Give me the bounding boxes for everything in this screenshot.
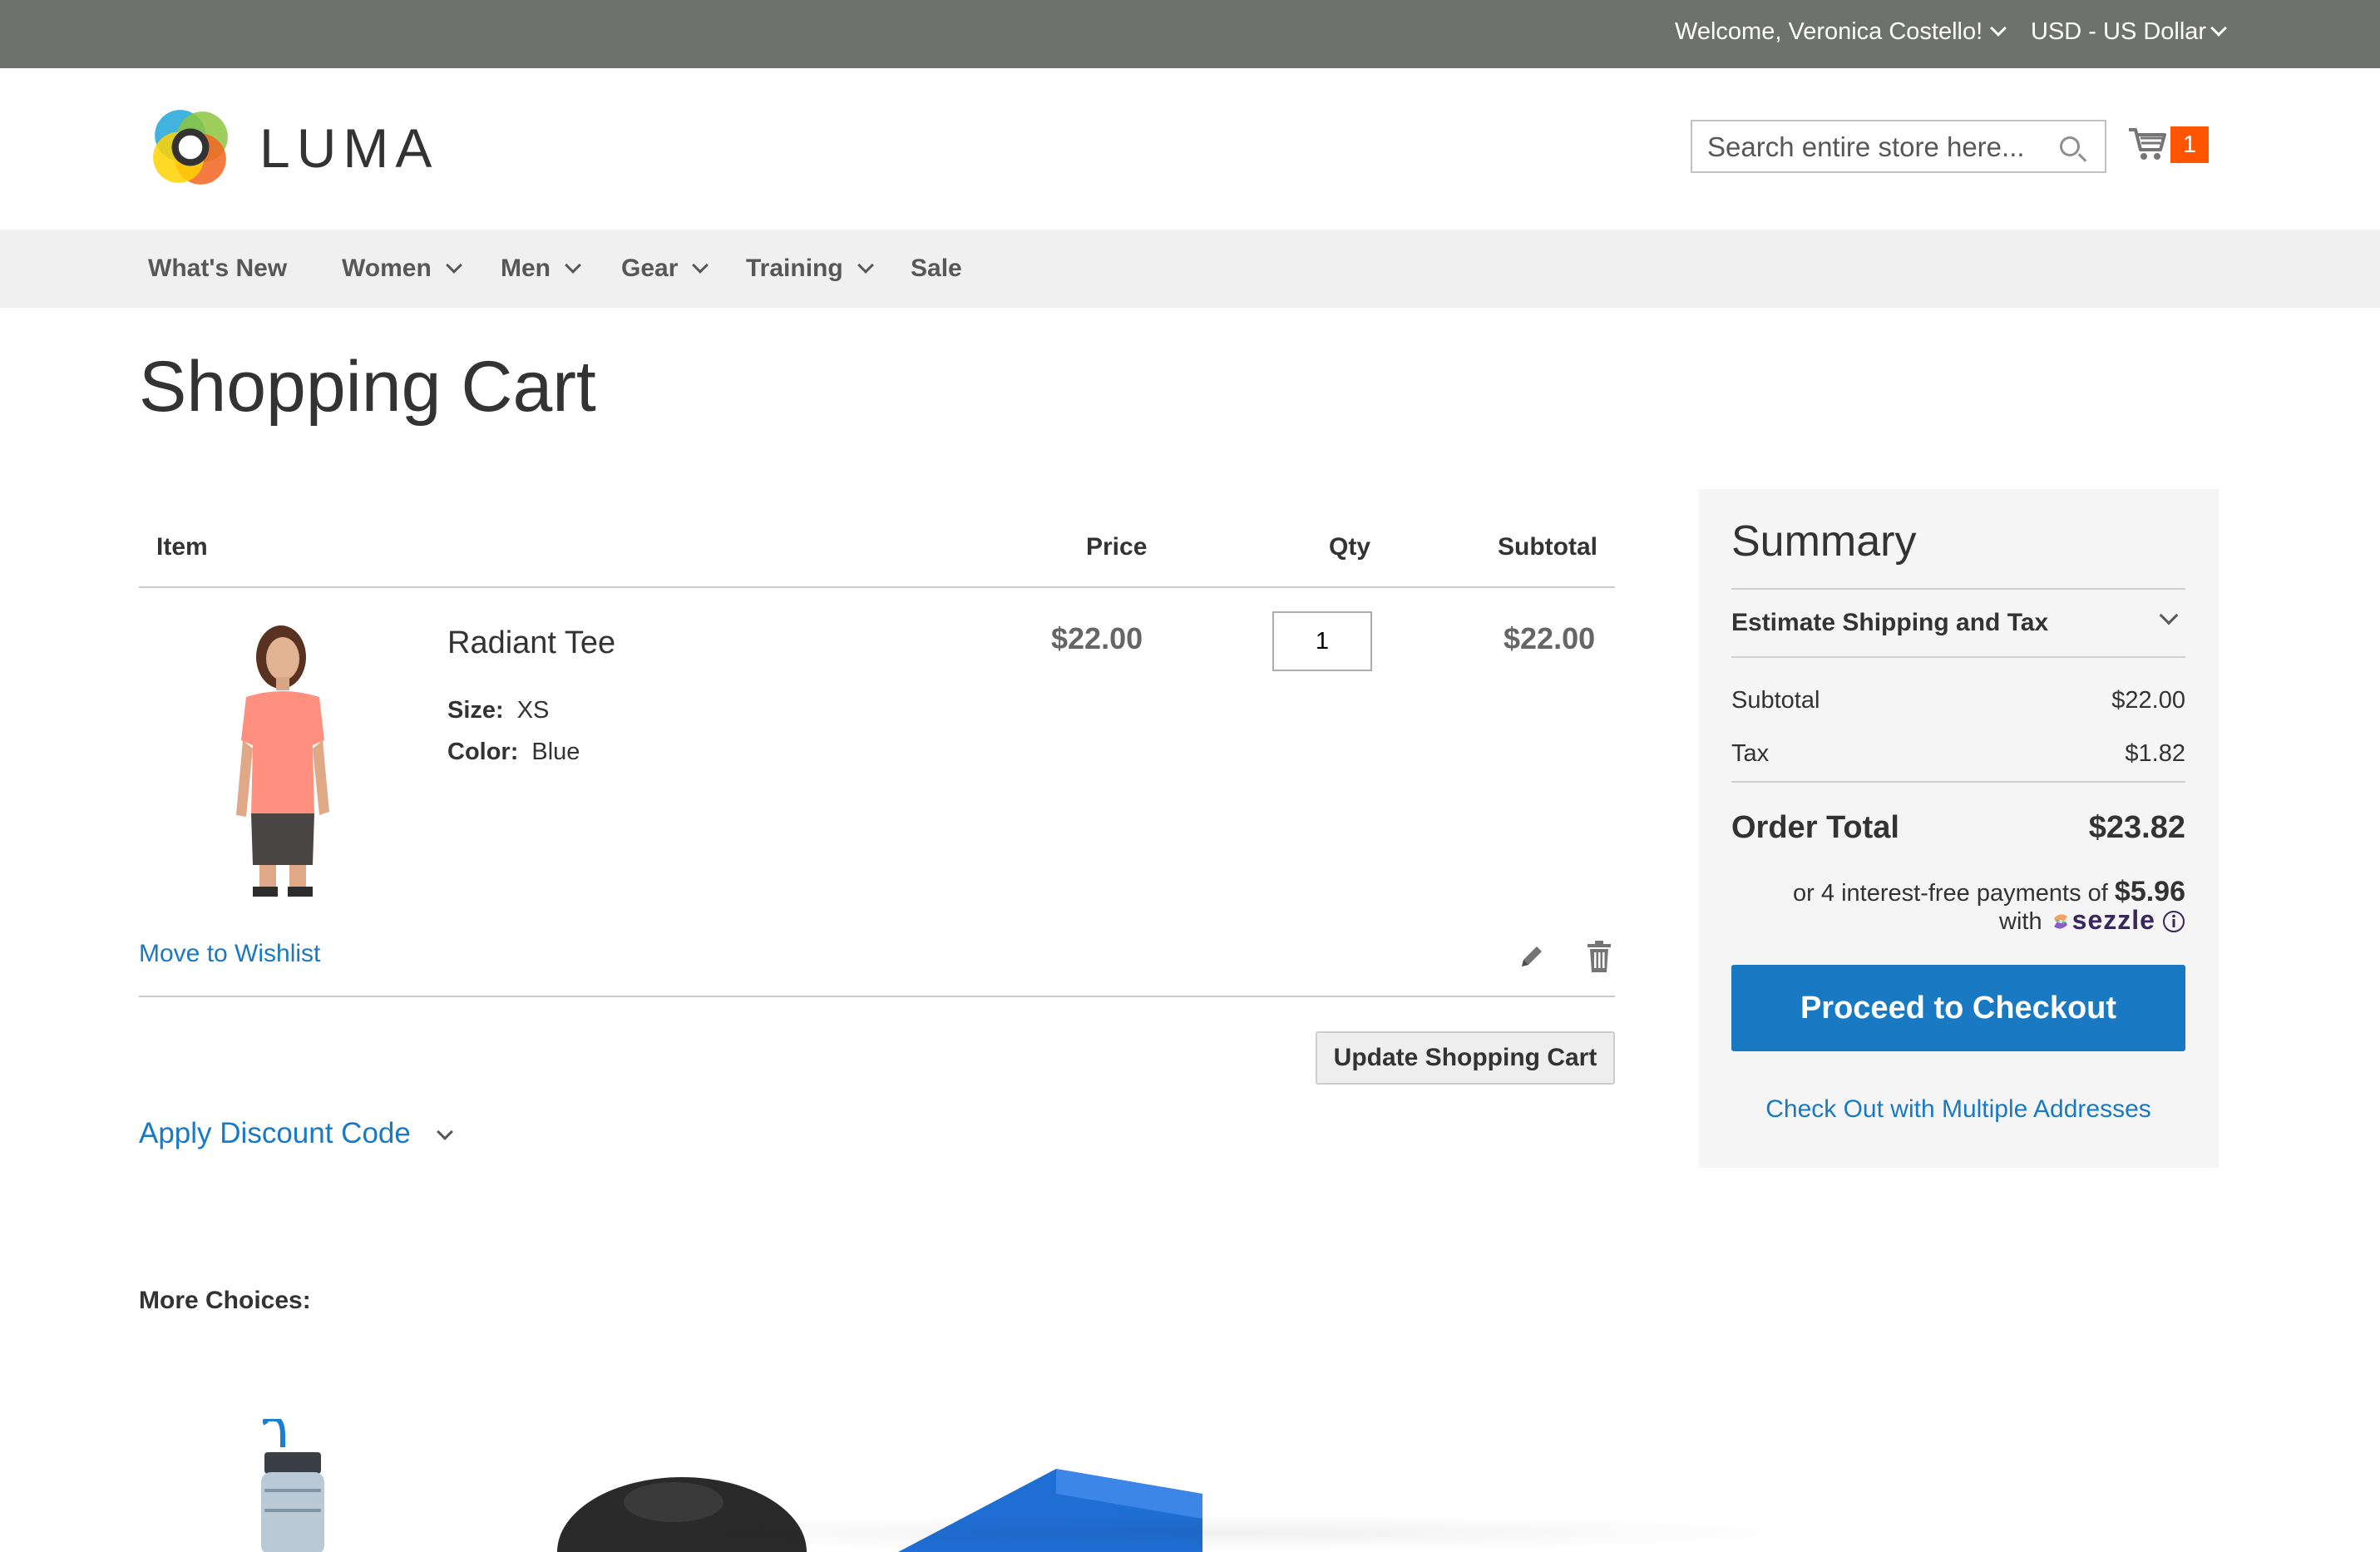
divider xyxy=(1731,656,2185,658)
nav-item-women[interactable]: Women xyxy=(342,251,462,286)
cart-count-badge[interactable]: 1 xyxy=(2170,126,2209,163)
nav-item-gear[interactable]: Gear xyxy=(621,251,709,286)
move-to-wishlist-link[interactable]: Move to Wishlist xyxy=(139,937,320,971)
more-choices-heading: More Choices: xyxy=(139,1287,311,1314)
qty-input[interactable]: 1 xyxy=(1272,611,1372,671)
pencil-icon[interactable] xyxy=(1517,942,1547,971)
apply-discount-toggle[interactable]: Apply Discount Code xyxy=(139,1115,453,1153)
preview-shadow xyxy=(582,1514,1829,1552)
page-title: Shopping Cart xyxy=(139,347,596,427)
option-label: Size: xyxy=(447,697,504,724)
subtotal-value: $22.00 xyxy=(2111,687,2185,714)
product-image[interactable] xyxy=(246,1419,363,1552)
customer-menu[interactable]: Welcome, Veronica Costello! xyxy=(1675,15,2007,48)
option-value: Blue xyxy=(531,739,580,765)
logo-text[interactable]: LUMA xyxy=(259,116,438,180)
option-label: Color: xyxy=(447,739,519,765)
luma-logo-icon[interactable] xyxy=(148,105,233,190)
search-input[interactable]: Search entire store here... xyxy=(1691,120,2106,173)
product-name-link[interactable]: Radiant Tee xyxy=(447,622,615,664)
welcome-text: Welcome, Veronica Costello! xyxy=(1675,18,1983,45)
chevron-down-icon xyxy=(1990,20,2007,37)
subtotal-label: Subtotal xyxy=(1731,687,1820,714)
column-header-subtotal: Subtotal xyxy=(1498,533,1597,561)
divider xyxy=(1731,781,2185,783)
nav-label: What's New xyxy=(148,255,288,282)
proceed-to-checkout-button[interactable]: Proceed to Checkout xyxy=(1731,965,2185,1051)
chevron-down-icon xyxy=(445,257,462,274)
nav-item-whats-new[interactable]: What's New xyxy=(148,251,287,286)
search-icon[interactable] xyxy=(2060,136,2080,156)
chevron-down-icon xyxy=(565,257,581,274)
summary-title: Summary xyxy=(1731,517,1917,566)
trash-icon[interactable] xyxy=(1587,940,1612,973)
nav-item-training[interactable]: Training xyxy=(746,251,874,286)
estimate-shipping-toggle[interactable]: Estimate Shipping and Tax xyxy=(1731,606,2048,640)
chevron-down-icon xyxy=(857,257,874,274)
nav-label: Women xyxy=(342,255,432,282)
tax-value: $1.82 xyxy=(2125,740,2185,767)
currency-text: USD - US Dollar xyxy=(2031,18,2207,45)
chevron-down-icon xyxy=(436,1124,453,1140)
item-price: $22.00 xyxy=(1051,621,1143,655)
nav-label: Sale xyxy=(911,255,962,282)
sezzle-logo-icon xyxy=(2053,914,2067,929)
nav-label: Gear xyxy=(621,255,679,282)
discount-label: Apply Discount Code xyxy=(139,1117,411,1149)
column-header-price: Price xyxy=(1086,533,1148,561)
chevron-down-icon xyxy=(2210,20,2227,37)
divider xyxy=(139,586,1615,588)
item-subtotal: $22.00 xyxy=(1504,621,1596,655)
option-size: Size: XS xyxy=(447,694,549,727)
search-placeholder: Search entire store here... xyxy=(1707,131,2025,162)
divider xyxy=(1731,588,2185,590)
sezzle-brand-line: with sezzle xyxy=(1999,903,2185,938)
order-total-value: $23.82 xyxy=(2088,810,2185,845)
update-shopping-cart-button[interactable]: Update Shopping Cart xyxy=(1316,1031,1615,1085)
sezzle-brand: sezzle xyxy=(2071,905,2155,935)
product-image[interactable] xyxy=(166,615,391,898)
divider xyxy=(139,996,1615,997)
main-nav: What's New Women Men Gear Training Sale xyxy=(0,230,2380,308)
checkout-multiple-addresses-link[interactable]: Check Out with Multiple Addresses xyxy=(1731,1093,2185,1126)
info-icon[interactable] xyxy=(2162,910,2185,933)
column-header-item: Item xyxy=(156,533,208,561)
currency-switcher[interactable]: USD - US Dollar xyxy=(2031,15,2227,48)
option-color: Color: Blue xyxy=(447,735,580,769)
nav-label: Men xyxy=(501,255,551,282)
cart-icon[interactable] xyxy=(2127,125,2167,161)
option-value: XS xyxy=(516,697,550,724)
order-total-label: Order Total xyxy=(1731,810,1899,845)
sezzle-with: with xyxy=(1999,908,2042,935)
chevron-down-icon xyxy=(692,257,709,274)
nav-item-men[interactable]: Men xyxy=(501,251,581,286)
nav-item-sale[interactable]: Sale xyxy=(911,251,962,286)
column-header-qty: Qty xyxy=(1329,533,1371,561)
nav-label: Training xyxy=(746,255,843,282)
tax-label: Tax xyxy=(1731,740,1770,767)
top-bar: Welcome, Veronica Costello! USD - US Dol… xyxy=(0,0,2380,68)
